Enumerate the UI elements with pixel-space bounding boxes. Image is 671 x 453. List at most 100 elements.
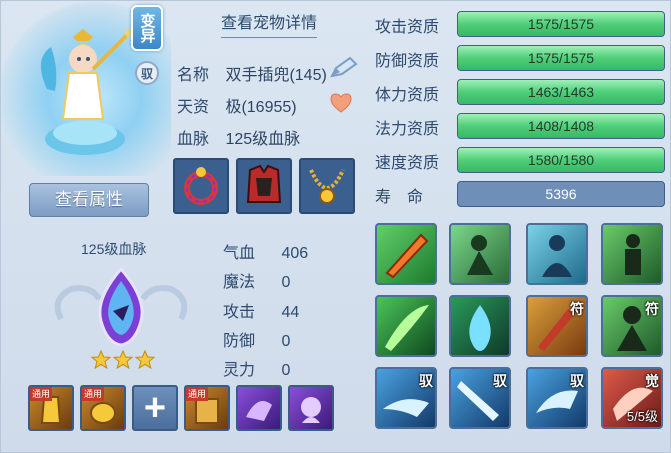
bottom-skill-6[interactable] xyxy=(288,385,334,431)
blue-figure-icon xyxy=(542,235,572,277)
aptitude-value: 1463/1463 xyxy=(527,84,595,100)
blue-flame-icon xyxy=(469,305,491,351)
armor-icon xyxy=(246,164,282,203)
bottom-skill-1[interactable]: 通用 xyxy=(28,385,74,431)
skill-slot-4[interactable] xyxy=(601,223,663,285)
skill-tag: 通用 xyxy=(30,387,52,401)
pet-figure-icon xyxy=(40,29,133,155)
bottom-skill-4[interactable]: 通用 xyxy=(184,385,230,431)
bloodline-panel-title: 125级血脉 xyxy=(81,241,147,257)
aptitude-row-speed: 速度资质 1580/1580 xyxy=(375,147,665,173)
edit-name-icon[interactable] xyxy=(328,56,358,80)
bottom-skill-5[interactable] xyxy=(236,385,282,431)
skill-slot-1[interactable] xyxy=(375,223,437,285)
equip-slot-ring[interactable] xyxy=(173,158,229,214)
mp-value: 0 xyxy=(281,274,291,291)
stat-row-defense: 防御 0 xyxy=(223,327,290,351)
green-shadow-icon xyxy=(467,235,493,275)
lifespan-bar: 5396 xyxy=(457,181,665,207)
skill-slot-2[interactable] xyxy=(449,223,511,285)
pet-talent-row: 天资 极(16955) xyxy=(177,93,297,117)
star-icon xyxy=(113,350,133,370)
stat-row-spirit: 灵力 0 xyxy=(223,356,290,380)
skill-slot-10[interactable]: 驭 xyxy=(449,367,511,429)
pet-name-row: 名称 双手插兜(145) xyxy=(177,61,327,85)
skill-badge: 驭 xyxy=(570,373,584,389)
lifespan-value: 5396 xyxy=(545,186,577,202)
bloodline-emblem-icon[interactable] xyxy=(51,259,191,349)
fire-sword-icon xyxy=(385,233,429,279)
stat-row-attack: 攻击 44 xyxy=(223,298,299,322)
bottom-skill-2[interactable]: 通用 xyxy=(80,385,126,431)
aptitude-value: 1575/1575 xyxy=(527,50,595,66)
aptitude-label: 攻击资质 xyxy=(375,19,440,36)
skill-badge: 驭 xyxy=(493,373,507,389)
skill-badge: 符 xyxy=(570,301,584,317)
stat-row-hp: 气血 406 xyxy=(223,239,308,263)
star-icon xyxy=(135,350,155,370)
heart-icon[interactable] xyxy=(330,93,352,113)
hp-label: 气血 xyxy=(223,245,256,262)
aptitude-value: 1580/1580 xyxy=(527,152,595,168)
skill-slot-11[interactable]: 驭 xyxy=(526,367,588,429)
mp-label: 魔法 xyxy=(223,274,256,291)
add-skill-button[interactable]: + xyxy=(132,385,178,431)
lifespan-row: 寿 命 5396 xyxy=(375,181,665,207)
yu-badge: 驭 xyxy=(135,61,159,85)
aptitude-label: 法力资质 xyxy=(375,121,440,138)
star-icon xyxy=(91,350,111,370)
badge-column: 变异 驭 xyxy=(131,5,165,85)
skill-slot-3[interactable] xyxy=(526,223,588,285)
skill-badge: 符 xyxy=(645,301,659,317)
aptitude-bar: 1575/1575 xyxy=(457,11,665,37)
lifespan-label: 寿 命 xyxy=(375,189,424,206)
necklace-icon xyxy=(309,169,345,204)
equip-slot-necklace[interactable] xyxy=(299,158,355,214)
skill-badge: 觉 xyxy=(645,373,659,389)
skill-slot-9[interactable]: 驭 xyxy=(375,367,437,429)
view-attributes-button[interactable]: 查看属性 xyxy=(29,183,149,217)
aptitude-row-defense: 防御资质 1575/1575 xyxy=(375,45,665,71)
variant-badge-text: 变异 xyxy=(138,13,156,43)
pet-detail-panel: 变异 驭 查看属性 125级血脉 查看宠物详情 名称 双手插兜(145) 天资 … xyxy=(0,0,671,453)
skill-slot-7[interactable]: 符 xyxy=(526,295,588,357)
pet-bloodline-row: 血脉 125级血脉 xyxy=(177,125,300,149)
skill-tag: 通用 xyxy=(82,387,104,401)
aptitude-value: 1408/1408 xyxy=(527,118,595,134)
aptitude-bar: 1408/1408 xyxy=(457,113,665,139)
aptitude-label: 防御资质 xyxy=(375,53,440,70)
skill-level: 5/5级 xyxy=(626,409,658,424)
aptitude-row-attack: 攻击资质 1575/1575 xyxy=(375,11,665,37)
aptitude-row-mana: 法力资质 1408/1408 xyxy=(375,113,665,139)
talent-value: 极(16955) xyxy=(225,99,297,116)
skill-slot-8[interactable]: 符 xyxy=(601,295,663,357)
bloodline-value: 125级血脉 xyxy=(225,131,301,148)
purple-spirit-icon xyxy=(301,397,321,423)
attack-value: 44 xyxy=(281,304,300,321)
name-label: 名称 xyxy=(177,67,210,84)
add-icon: + xyxy=(143,387,167,429)
aptitude-bar: 1463/1463 xyxy=(457,79,665,105)
skill-slot-6[interactable] xyxy=(449,295,511,357)
talent-label: 天资 xyxy=(177,99,210,116)
pet-detail-title[interactable]: 查看宠物详情 xyxy=(221,9,318,38)
aptitude-bar: 1580/1580 xyxy=(457,147,665,173)
aptitude-label: 体力资质 xyxy=(375,87,440,104)
bloodline-label: 血脉 xyxy=(177,131,210,148)
aptitude-bar: 1575/1575 xyxy=(457,45,665,71)
name-value: 双手插兜(145) xyxy=(225,67,327,84)
equip-slot-armor[interactable] xyxy=(236,158,292,214)
stat-row-mp: 魔法 0 xyxy=(223,268,290,292)
spirit-value: 0 xyxy=(281,362,291,379)
aptitude-value: 1575/1575 xyxy=(527,16,595,32)
aptitude-label: 速度资质 xyxy=(375,155,440,172)
bloodline-stars xyxy=(91,350,161,370)
skill-slot-12[interactable]: 觉 5/5级 xyxy=(601,367,663,429)
skill-tag: 通用 xyxy=(186,387,208,401)
skill-slot-5[interactable] xyxy=(375,295,437,357)
aptitude-row-stamina: 体力资质 1463/1463 xyxy=(375,79,665,105)
attack-label: 攻击 xyxy=(223,304,256,321)
hp-value: 406 xyxy=(281,245,309,262)
defense-label: 防御 xyxy=(223,333,256,350)
spirit-label: 灵力 xyxy=(223,362,256,379)
